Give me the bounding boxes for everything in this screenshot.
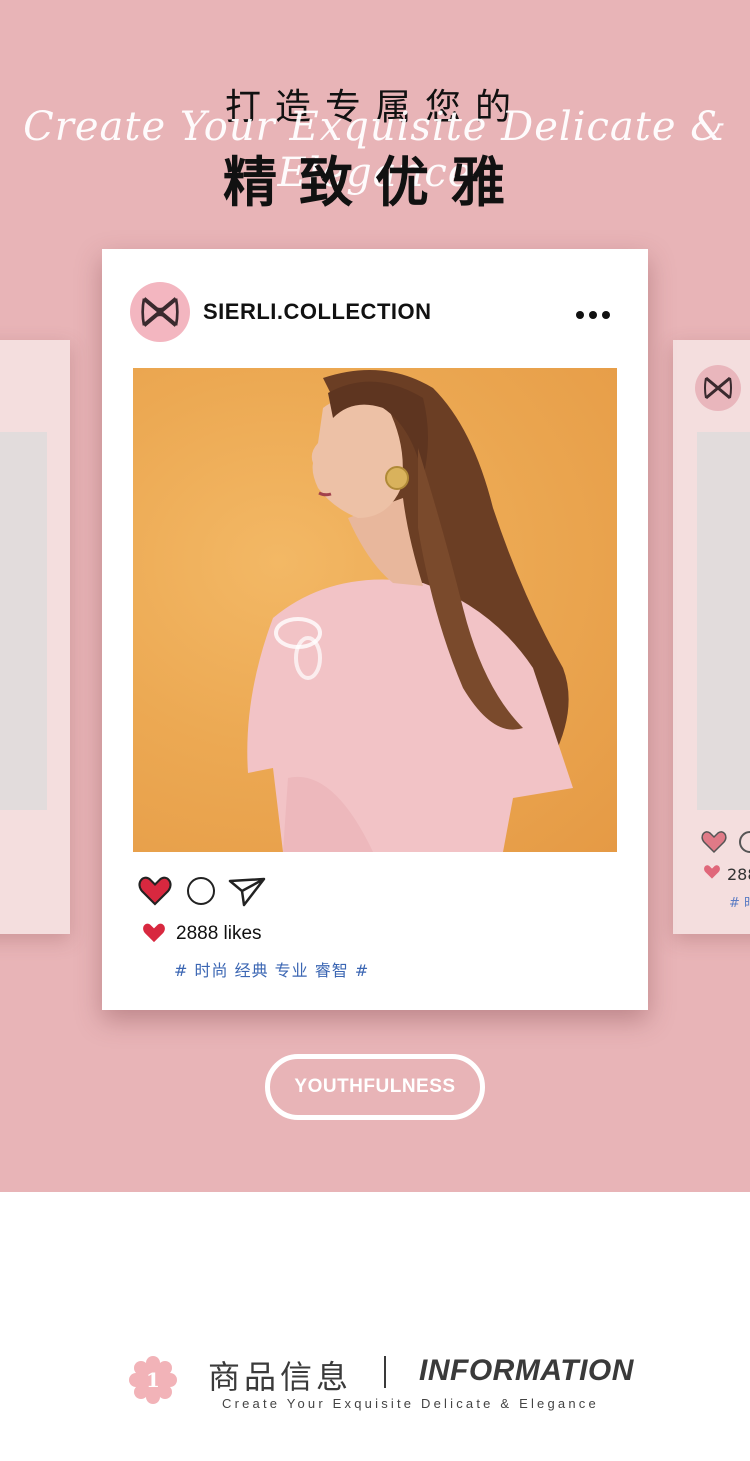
hashtags[interactable]: # 时尚 经典 专业 睿智 # bbox=[174, 957, 369, 981]
side-card-photo bbox=[0, 432, 47, 810]
comment-icon bbox=[739, 831, 750, 853]
flower-number-icon: 1 bbox=[129, 1356, 177, 1404]
badge-label: YOUTHFULNESS bbox=[294, 1076, 456, 1097]
comment-icon[interactable] bbox=[187, 877, 215, 905]
like-heart-icon[interactable] bbox=[138, 875, 172, 907]
brand-logo-icon bbox=[141, 297, 179, 327]
headline-main: 精致优雅 bbox=[223, 151, 527, 214]
account-name[interactable]: SIERLI.COLLECTION bbox=[203, 299, 432, 325]
likes-count: 2888 likes bbox=[176, 923, 262, 944]
model-illustration bbox=[247, 370, 573, 852]
post-photo bbox=[133, 368, 617, 852]
divider bbox=[384, 1356, 386, 1388]
side-tags: # 时 bbox=[729, 896, 750, 911]
heart-icon bbox=[704, 865, 720, 879]
more-options-icon[interactable] bbox=[576, 300, 615, 325]
info-subtitle: Create Your Exquisite Delicate & Eleganc… bbox=[222, 1396, 599, 1411]
send-icon[interactable] bbox=[228, 875, 266, 907]
info-title-en: INFORMATION bbox=[419, 1354, 634, 1387]
hero-section: 打造专属您的 Create Your Exquisite Delicate & … bbox=[0, 0, 750, 1192]
info-title-cn: 商品信息 bbox=[208, 1358, 353, 1396]
side-card-left bbox=[0, 340, 70, 934]
side-card-right: 288 # 时 bbox=[673, 340, 750, 934]
youthfulness-badge: YOUTHFULNESS bbox=[265, 1054, 485, 1120]
avatar[interactable] bbox=[130, 282, 190, 342]
side-avatar bbox=[695, 365, 741, 411]
side-likes: 288 bbox=[727, 865, 750, 884]
brand-logo-icon bbox=[704, 376, 732, 400]
heart-icon bbox=[701, 831, 727, 854]
likes-heart-icon bbox=[143, 923, 165, 943]
post-card: SIERLI.COLLECTION 2888 likes # 时尚 经典 专业 … bbox=[102, 249, 648, 1010]
side-card-photo bbox=[697, 432, 750, 810]
badge-number: 1 bbox=[146, 1368, 160, 1392]
